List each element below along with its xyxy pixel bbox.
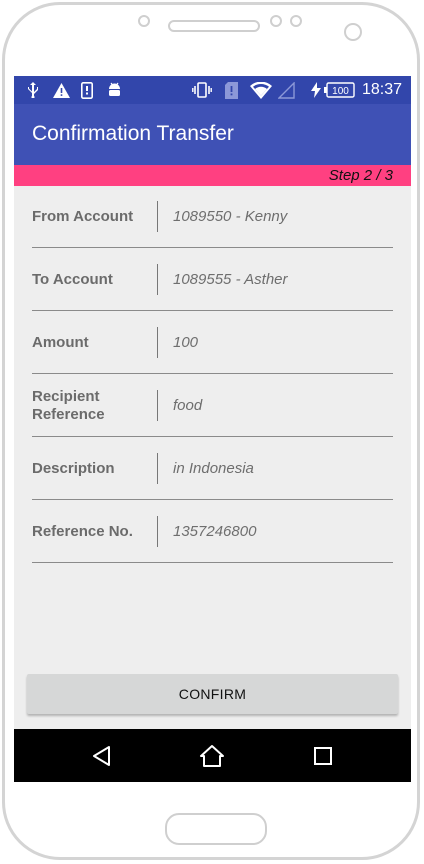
- row-divider: [157, 516, 158, 547]
- row-divider: [157, 453, 158, 484]
- signal-icon: [277, 81, 295, 99]
- row-divider: [157, 201, 158, 232]
- from-account-value: 1089550 - Kenny: [173, 208, 288, 225]
- detail-row-to-account: To Account 1089555 - Asther: [32, 249, 393, 311]
- row-divider: [157, 264, 158, 295]
- detail-row-reference-no: Reference No. 1357246800: [32, 501, 393, 563]
- sensor-dot: [138, 15, 150, 27]
- charging-icon: [310, 81, 322, 99]
- navigation-bar: [14, 729, 411, 782]
- screen: 100 18:37 Confirmation Transfer Step 2 /…: [14, 76, 411, 782]
- status-time: 18:37: [361, 81, 402, 98]
- recents-icon[interactable]: [310, 743, 336, 769]
- detail-row-from-account: From Account 1089550 - Kenny: [32, 186, 393, 248]
- phone-alert-icon: [80, 81, 94, 99]
- battery-icon: 100: [323, 81, 355, 99]
- home-icon[interactable]: [199, 743, 225, 769]
- amount-label: Amount: [32, 333, 89, 351]
- app-bar: Confirmation Transfer: [14, 104, 411, 165]
- wifi-icon: [250, 81, 272, 99]
- status-bar: 100 18:37: [14, 76, 411, 104]
- description-label: Description: [32, 459, 115, 477]
- step-indicator-bar: Step 2 / 3: [14, 165, 411, 186]
- step-indicator: Step 2 / 3: [328, 167, 393, 184]
- detail-row-amount: Amount 100: [32, 312, 393, 374]
- android-debug-icon: [106, 81, 122, 99]
- front-camera: [344, 23, 362, 41]
- from-account-label: From Account: [32, 207, 134, 225]
- description-value: in Indonesia: [173, 460, 254, 477]
- detail-row-recipient-reference: Recipient Reference food: [32, 375, 393, 437]
- reference-no-value: 1357246800: [173, 523, 257, 540]
- back-icon[interactable]: [89, 743, 115, 769]
- warning-icon: [52, 81, 70, 99]
- recipient-reference-value: food: [173, 397, 203, 414]
- svg-text:100: 100: [332, 86, 349, 97]
- usb-icon: [26, 81, 40, 99]
- reference-no-label: Reference No.: [32, 522, 133, 540]
- to-account-label: To Account: [32, 270, 113, 288]
- row-divider: [157, 390, 158, 421]
- detail-row-description: Description in Indonesia: [32, 438, 393, 500]
- row-divider: [157, 327, 158, 358]
- vibrate-icon: [192, 81, 212, 99]
- earpiece-speaker: [168, 20, 260, 32]
- hardware-home-button[interactable]: [165, 813, 267, 845]
- sensor-dot: [270, 15, 282, 27]
- sensor-dot: [290, 15, 302, 27]
- sim-alert-icon: [224, 81, 238, 99]
- amount-value: 100: [173, 334, 199, 351]
- to-account-value: 1089555 - Asther: [173, 271, 288, 288]
- recipient-reference-label: Recipient Reference: [32, 387, 105, 423]
- page-title: Confirmation Transfer: [32, 122, 234, 145]
- confirm-button[interactable]: CONFIRM: [27, 674, 398, 714]
